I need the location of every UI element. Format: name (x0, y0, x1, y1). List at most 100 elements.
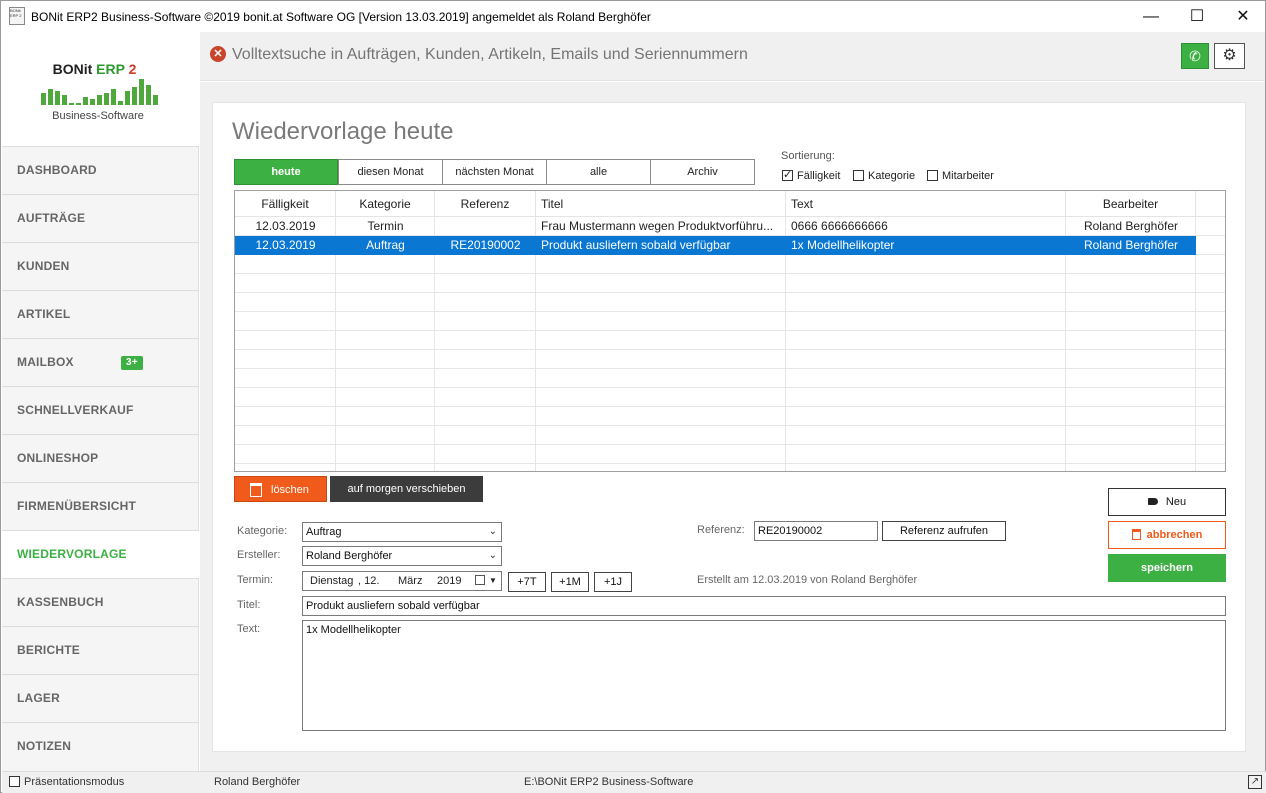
sidebar-item-notizen[interactable]: NOTIZEN (2, 722, 199, 770)
ersteller-select[interactable]: Roland Berghöfer ⌄ (302, 546, 502, 566)
checkbox-label: Kategorie (868, 170, 916, 182)
cell-referenz (435, 217, 536, 236)
maximize-button[interactable]: ☐ (1174, 1, 1220, 32)
cancel-label: abbrechen (1146, 529, 1203, 541)
save-button[interactable]: speichern (1108, 554, 1226, 582)
postpone-tomorrow-button[interactable]: auf morgen verschieben (330, 476, 483, 502)
window-title: BONit ERP2 Business-Software ©2019 bonit… (31, 10, 651, 24)
close-button[interactable]: ✕ (1220, 1, 1266, 32)
plus-7-days-button[interactable]: +7T (508, 572, 546, 592)
cell-referenz: RE20190002 (450, 238, 521, 252)
minimize-button[interactable]: — (1128, 1, 1174, 32)
sort-label: Sortierung: (781, 150, 835, 162)
sidebar-item-wiedervorlage[interactable]: WIEDERVORLAGE (2, 530, 199, 578)
sidebar-item-label: SCHNELLVERKAUF (17, 403, 134, 417)
delete-label: löschen (271, 484, 309, 496)
logo-title: BONit ERP 2 (2, 61, 187, 77)
referenz-field[interactable]: RE20190002 (754, 521, 878, 541)
phone-icon[interactable]: ✆ (1181, 43, 1209, 69)
sidebar-item-kassenbuch[interactable]: KASSENBUCH (2, 578, 199, 626)
presentation-mode-label: Präsentationsmodus (24, 776, 125, 788)
cell-titel: Frau Mustermann wegen Produktvorführu... (541, 219, 774, 233)
text-area[interactable]: 1x Modellhelikopter (302, 620, 1226, 731)
referenz-value: RE20190002 (758, 525, 823, 537)
column-header-titel[interactable]: Titel (536, 191, 786, 217)
kategorie-select[interactable]: Auftrag ⌄ (302, 522, 502, 542)
gear-icon[interactable]: ⚙ (1214, 43, 1245, 69)
presentation-mode-checkbox[interactable] (9, 776, 20, 787)
cell-kategorie: Termin (367, 219, 404, 233)
trash-icon (1131, 529, 1141, 540)
sidebar-item-label: KASSENBUCH (17, 595, 104, 609)
search-input[interactable] (232, 43, 1132, 67)
title-bar: BONit ERP 2 BONit ERP2 Business-Software… (1, 1, 1265, 32)
ersteller-label: Ersteller: (237, 549, 281, 561)
logo-version: 2 (128, 61, 137, 77)
sidebar-item-label: FIRMENÜBERSICHT (17, 499, 136, 513)
calendar-icon[interactable] (475, 575, 485, 585)
reminder-table[interactable]: Fälligkeit Kategorie Referenz Titel Text… (234, 190, 1226, 472)
checkbox-checked-icon (782, 168, 793, 181)
sidebar-item-dashboard[interactable]: DASHBOARD (2, 146, 199, 194)
cancel-button[interactable]: abbrechen (1108, 521, 1226, 549)
clear-search-icon[interactable]: ✕ (210, 46, 226, 62)
new-button[interactable]: Neu (1108, 488, 1226, 516)
column-header-kategorie[interactable]: Kategorie (336, 191, 435, 217)
table-row-selected[interactable]: 12.03.2019 Auftrag RE20190002 Produkt au… (235, 236, 1196, 255)
column-header-faelligkeit[interactable]: Fälligkeit (235, 191, 336, 217)
plus-1-month-button[interactable]: +1M (551, 572, 589, 592)
sidebar-item-kunden[interactable]: KUNDEN (2, 242, 199, 290)
checkbox-icon (853, 170, 864, 181)
open-reference-button[interactable]: Referenz aufrufen (882, 521, 1006, 541)
plus-1-year-button[interactable]: +1J (594, 572, 632, 592)
sidebar-item-onlineshop[interactable]: ONLINESHOP (2, 434, 199, 482)
sidebar-item-label: ARTIKEL (17, 307, 71, 321)
sidebar-item-auftraege[interactable]: AUFTRÄGE (2, 194, 199, 242)
titel-field[interactable]: Produkt ausliefern sobald verfügbar (302, 596, 1226, 616)
sidebar-item-firmenuebersicht[interactable]: FIRMENÜBERSICHT (2, 482, 199, 530)
chevron-down-icon: ▼ (489, 576, 497, 585)
sidebar-item-schnellverkauf[interactable]: SCHNELLVERKAUF (2, 386, 199, 434)
checkbox-label: Fälligkeit (797, 170, 841, 182)
termin-date-picker[interactable]: Dienstag , 12. März 2019 ▼ (302, 571, 502, 591)
mailbox-count-badge: 3+ (121, 356, 143, 370)
titel-value: Produkt ausliefern sobald verfügbar (306, 600, 480, 612)
tab-diesen-monat[interactable]: diesen Monat (338, 159, 443, 185)
sidebar-item-label: ONLINESHOP (17, 451, 99, 465)
created-info: Erstellt am 12.03.2019 von Roland Berghö… (697, 574, 918, 586)
tab-archiv[interactable]: Archiv (650, 159, 755, 185)
column-header-bearbeiter[interactable]: Bearbeiter (1066, 191, 1196, 217)
referenz-label: Referenz: (697, 524, 745, 536)
titel-label: Titel: (237, 599, 261, 611)
sidebar-item-berichte[interactable]: BERICHTE (2, 626, 199, 674)
sidebar-item-label: BERICHTE (17, 643, 80, 657)
chevron-down-icon: ⌄ (488, 550, 497, 561)
column-header-filler (1196, 191, 1225, 217)
column-header-text[interactable]: Text (786, 191, 1066, 217)
termin-label: Termin: (237, 574, 274, 586)
date-month: März (398, 575, 423, 587)
table-row[interactable]: 12.03.2019 Termin Frau Mustermann wegen … (235, 217, 1196, 236)
date-year: 2019 (437, 575, 462, 587)
sidebar-item-lager[interactable]: LAGER (2, 674, 199, 722)
tab-heute[interactable]: heute (234, 159, 338, 185)
status-user: Roland Berghöfer (214, 776, 301, 788)
sidebar-item-mailbox[interactable]: MAILBOX 3+ (2, 338, 199, 386)
tab-alle[interactable]: alle (546, 159, 651, 185)
sidebar-item-label: WIEDERVORLAGE (17, 547, 127, 561)
cell-bearbeiter: Roland Berghöfer (1083, 238, 1179, 252)
page-title: Wiedervorlage heute (232, 118, 454, 145)
sidebar-item-label: NOTIZEN (17, 739, 72, 753)
sidebar-item-label: LAGER (17, 691, 60, 705)
sidebar-item-artikel[interactable]: ARTIKEL (2, 290, 199, 338)
sort-kategorie-checkbox[interactable]: Kategorie (853, 170, 915, 182)
tab-naechsten-monat[interactable]: nächsten Monat (442, 159, 547, 185)
delete-button[interactable]: löschen (234, 476, 327, 502)
column-header-referenz[interactable]: Referenz (435, 191, 536, 217)
sort-faelligkeit-checkbox[interactable]: Fälligkeit (782, 168, 841, 182)
sidebar-item-label: DASHBOARD (17, 163, 97, 177)
sidebar-item-label: MAILBOX (17, 355, 74, 369)
status-path: E:\BONit ERP2 Business-Software (524, 776, 694, 788)
resize-icon[interactable]: ↗ (1248, 775, 1262, 789)
sort-mitarbeiter-checkbox[interactable]: Mitarbeiter (927, 170, 994, 182)
